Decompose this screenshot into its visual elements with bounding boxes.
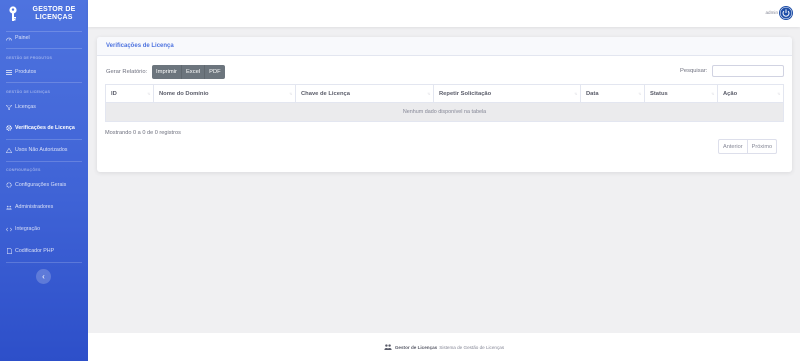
sort-icon: ↑↓ [147,91,151,96]
sidebar-item-unauthorized[interactable]: Usos Não Autorizados [6,147,67,153]
sidebar-item-admins[interactable]: Administradores [6,204,53,210]
search-input[interactable] [712,65,784,77]
sidebar-divider [6,262,82,263]
search-label: Pesquisar: [680,68,708,74]
pagination: Anterior Próximo [718,139,778,154]
column-header-license-key[interactable]: Chave de Licença ↑↓ [295,84,434,103]
chevron-left-icon: ‹ [42,271,45,281]
sidebar-brand[interactable]: GESTOR DE LICENÇAS [0,0,88,28]
sidebar-item-panel[interactable]: Painel [6,35,30,41]
table-row: Nenhum dado disponível na tabela [105,102,784,122]
sidebar-item-label: Codificador PHP [15,248,55,254]
column-label: Ação [723,90,738,97]
sidebar-heading-config: CONFIGURAÇÕES [6,168,41,172]
card-title: Verificações de Licença [106,43,174,49]
sidebar-item-products[interactable]: Produtos [6,69,36,75]
column-label: Nome do Domínio [159,90,209,97]
column-label: Chave de Licença [301,90,350,97]
column-label: ID [111,90,117,97]
sidebar-item-label: Painel [15,35,30,41]
sidebar-heading-licenses: GESTÃO DE LICENÇAS [6,90,51,94]
sort-icon: ↑↓ [711,91,715,96]
column-header-id[interactable]: ID ↑↓ [105,84,154,103]
sidebar-divider [6,161,82,162]
power-icon[interactable] [779,6,793,20]
footer-text: Sistema de Gestão de Licenças [439,344,505,350]
sidebar-item-label: Administradores [15,204,54,210]
print-button[interactable]: Imprimir [152,65,182,79]
export-button-group: Imprimir Excel PDF [152,65,225,79]
sidebar-divider [6,31,82,32]
users-icon [384,344,392,350]
license-checks-table: ID ↑↓ Nome do Domínio ↑↓ Chave de Licença ↑… [105,84,784,122]
sidebar-item-label: Produtos [15,69,37,75]
sidebar-heading-products: GESTÃO DE PRODUTOS [6,56,53,60]
column-header-domain[interactable]: Nome do Domínio ↑↓ [153,84,296,103]
key-icon [6,4,20,24]
sort-icon: ↑↓ [427,91,431,96]
warning-icon [6,147,12,153]
list-icon [6,69,12,75]
column-label: Repetir Solicitação [439,90,492,97]
next-page-button[interactable]: Próximo [748,140,777,153]
report-label: Gerar Relatório: [106,69,148,75]
users-icon [6,204,12,210]
sidebar-divider [6,48,82,49]
column-header-status[interactable]: Status ↑↓ [644,84,718,103]
sidebar-item-license-checks[interactable]: Verificações de Licença [6,125,75,131]
user-name[interactable]: admin [765,10,778,15]
sidebar-item-label: Configurações Gerais [15,182,67,188]
column-header-action[interactable]: Ação ↑↓ [717,84,784,103]
column-header-date[interactable]: Data ↑↓ [580,84,645,103]
code-icon [6,226,12,232]
file-code-icon [6,248,12,254]
column-header-repeat-request[interactable]: Repetir Solicitação ↑↓ [433,84,581,103]
sort-icon: ↑↓ [777,91,781,96]
sidebar-item-label: Verificações de Licença [15,125,75,131]
sidebar-divider [6,139,82,140]
column-label: Status [650,90,668,97]
previous-page-button[interactable]: Anterior [719,140,748,153]
footer: Gestor de Licenças Sistema de Gestão de … [88,333,800,361]
brand-line-2: LICENÇAS [35,14,73,21]
brand-line-1: GESTOR DE [32,5,76,13]
footer-brand: Gestor de Licenças [394,344,438,350]
sidebar: GESTOR DE LICENÇAS Painel GESTÃO DE PROD… [0,0,88,361]
gear-icon [6,182,12,188]
column-label: Data [586,90,599,97]
sidebar-item-php-encoder[interactable]: Codificador PHP [6,248,54,254]
excel-button[interactable]: Excel [181,65,206,79]
table-header-row: ID ↑↓ Nome do Domínio ↑↓ Chave de Licença ↑… [105,84,784,103]
empty-table-message: Nenhum dado disponível na tabela [105,102,784,122]
sidebar-divider [6,82,82,83]
cog-icon [6,125,12,131]
sidebar-item-label: Licenças [15,104,36,110]
sort-icon: ↑↓ [638,91,642,96]
sort-icon: ↑↓ [574,91,578,96]
card-header: Verificações de Licença [97,37,792,56]
sidebar-item-label: Usos Não Autorizados [15,147,68,153]
table-info: Mostrando 0 a 0 de 0 registros [105,130,181,136]
brand-title: GESTOR DE LICENÇAS [20,6,88,23]
sidebar-item-licenses[interactable]: Licenças [6,104,36,110]
sidebar-item-label: Integração [15,226,41,232]
sidebar-item-general-settings[interactable]: Configurações Gerais [6,182,66,188]
dashboard-icon [6,35,12,41]
filter-icon [6,104,12,110]
topbar: admin [88,0,800,27]
sort-icon: ↑↓ [289,91,293,96]
license-checks-card: Verificações de Licença Gerar Relatório:… [97,37,792,172]
pdf-button[interactable]: PDF [205,65,225,79]
sidebar-toggle-button[interactable]: ‹ [36,269,51,284]
sidebar-item-integration[interactable]: Integração [6,226,40,232]
